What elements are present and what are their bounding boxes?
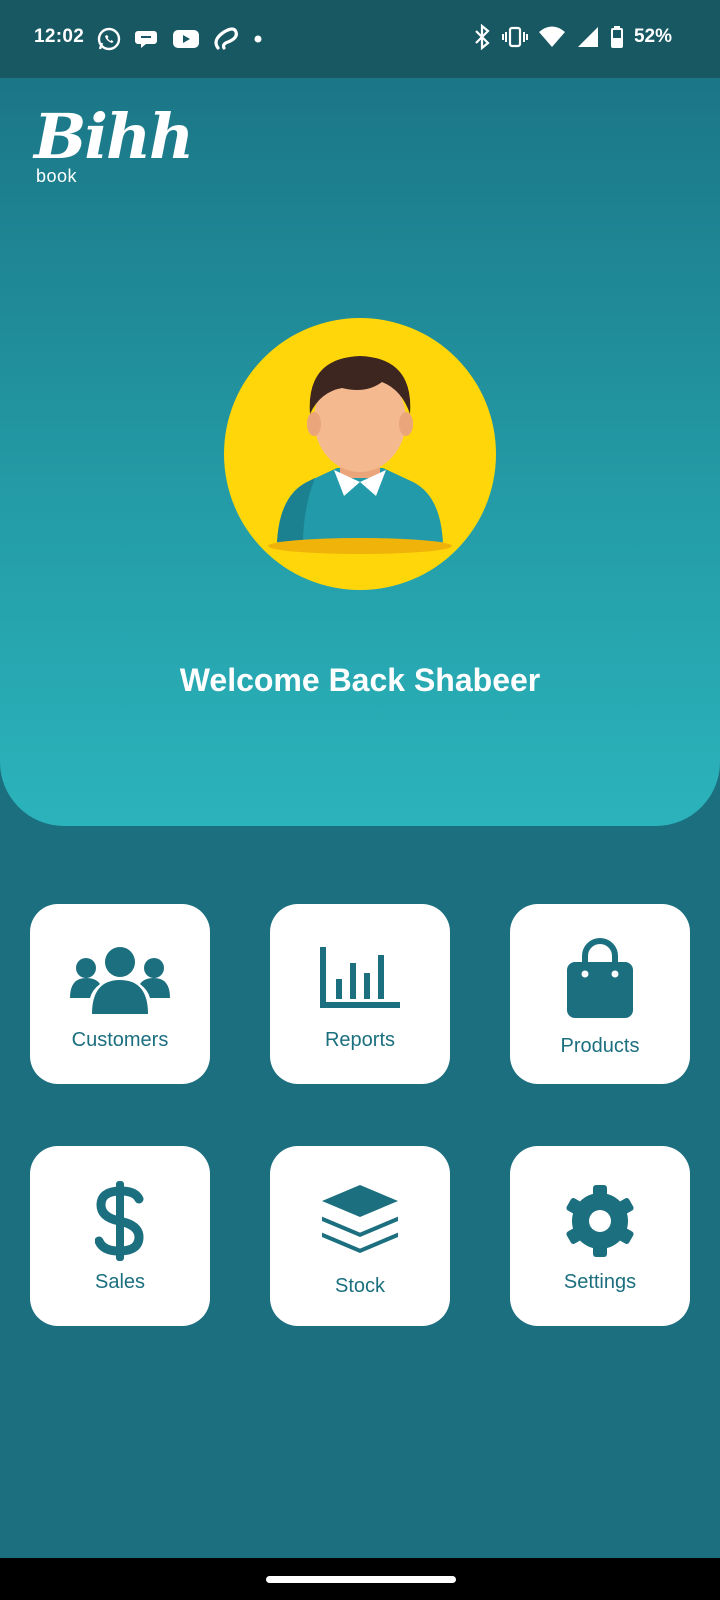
status-time: 12:02 [34,26,85,47]
layers-icon [320,1175,400,1267]
reports-tile[interactable]: Reports [270,904,450,1084]
bluetooth-icon [472,24,492,50]
dollar-icon [95,1179,145,1263]
logo-wordmark: Bihh [34,100,194,173]
tile-label: Customers [71,1028,169,1051]
gear-icon [562,1179,638,1263]
battery-icon [610,24,624,50]
settings-tile[interactable]: Settings [510,1146,690,1326]
airtel-icon [212,26,240,52]
hero-header: Bihh book Welcome Back Shabeer [0,78,720,826]
avatar[interactable] [222,316,498,592]
notification-icons [96,26,276,52]
tile-label: Products [560,1034,640,1057]
system-icons: 52% [462,24,672,50]
customers-tile[interactable]: Customers [30,904,210,1084]
products-tile[interactable]: Products [510,904,690,1084]
avatar-illustration [224,318,496,590]
app-logo: Bihh book [34,100,194,187]
stock-tile[interactable]: Stock [270,1146,450,1326]
messages-icon [134,26,160,52]
vibrate-icon [501,24,528,50]
navigation-bar [0,1558,720,1600]
tile-label: Settings [563,1270,637,1293]
dot-icon [252,26,264,52]
signal-icon [576,24,600,50]
tile-label: Reports [324,1028,396,1051]
status-bar: 12:02 52% [0,0,720,78]
wifi-icon [538,24,566,50]
tile-label: Stock [334,1274,386,1297]
customers-icon [70,937,170,1021]
sales-tile[interactable]: Sales [30,1146,210,1326]
welcome-message: Welcome Back Shabeer [179,662,541,698]
reports-icon [320,937,400,1021]
home-gesture-handle[interactable] [266,1576,456,1583]
shopping-bag-icon [565,931,635,1027]
youtube-icon [172,28,200,50]
tile-label: Sales [94,1270,146,1293]
battery-percent: 52% [633,26,672,47]
whatsapp-icon [96,26,122,52]
